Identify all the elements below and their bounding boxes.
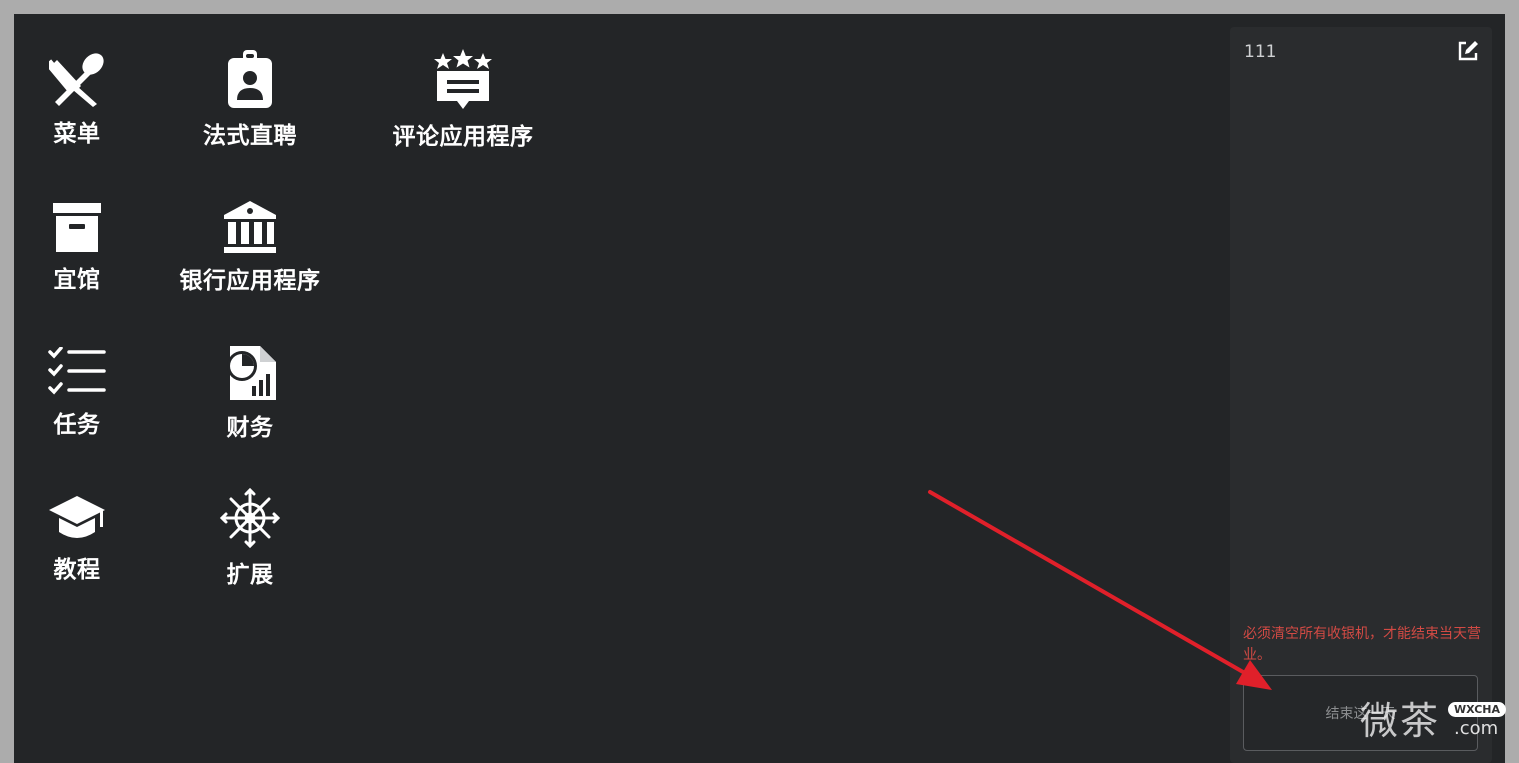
watermark-text: 微茶	[1360, 699, 1441, 743]
app-menu[interactable]: 菜单	[47, 52, 107, 148]
app-review-label: 评论应用程序	[392, 124, 534, 150]
ship-wheel-icon	[219, 487, 281, 549]
app-recruit[interactable]: 法式直聘	[200, 50, 300, 150]
app-recruit-label: 法式直聘	[203, 123, 297, 149]
close-day-warning: 必须清空所有收银机，才能结束当天营业。	[1243, 626, 1481, 663]
archive-box-icon	[53, 203, 101, 252]
app-extension[interactable]: 扩展	[217, 487, 283, 589]
app-storage-label: 宜馆	[53, 267, 101, 293]
app-finance-label: 财务	[226, 415, 274, 441]
app-review[interactable]: 评论应用程序	[388, 47, 538, 151]
app-finance[interactable]: 财务	[220, 344, 280, 442]
graduation-cap-icon	[49, 496, 105, 538]
checklist-icon	[48, 347, 106, 395]
register-name: 111	[1244, 42, 1277, 62]
app-tutorial-label: 教程	[53, 557, 101, 583]
watermark-domain: .com	[1454, 718, 1499, 739]
app-tasks-label: 任务	[53, 412, 101, 438]
id-badge-icon	[228, 50, 272, 108]
app-tasks[interactable]: 任务	[47, 347, 107, 439]
app-bank[interactable]: 银行应用程序	[172, 199, 328, 295]
bank-icon	[224, 201, 276, 253]
watermark: 微茶 WXCHA .com	[1360, 690, 1510, 743]
app-tutorial[interactable]: 教程	[47, 492, 107, 584]
game-screen: 菜单 法式直聘 评论应用程序 宜馆 银行应用程序 任务 财务 教程 扩展 111…	[14, 14, 1505, 763]
watermark-badge: WXCHA	[1448, 702, 1507, 717]
app-extension-label: 扩展	[226, 562, 274, 588]
register-panel: 111 必须清空所有收银机，才能结束当天营业。 结束这一天	[1230, 27, 1492, 763]
finance-report-icon	[227, 346, 276, 400]
app-bank-label: 银行应用程序	[179, 268, 321, 294]
star-review-icon	[434, 49, 492, 109]
utensils-icon	[49, 53, 104, 107]
app-menu-label: 菜单	[53, 121, 101, 147]
app-storage[interactable]: 宜馆	[47, 202, 107, 294]
edit-icon[interactable]	[1456, 39, 1480, 63]
